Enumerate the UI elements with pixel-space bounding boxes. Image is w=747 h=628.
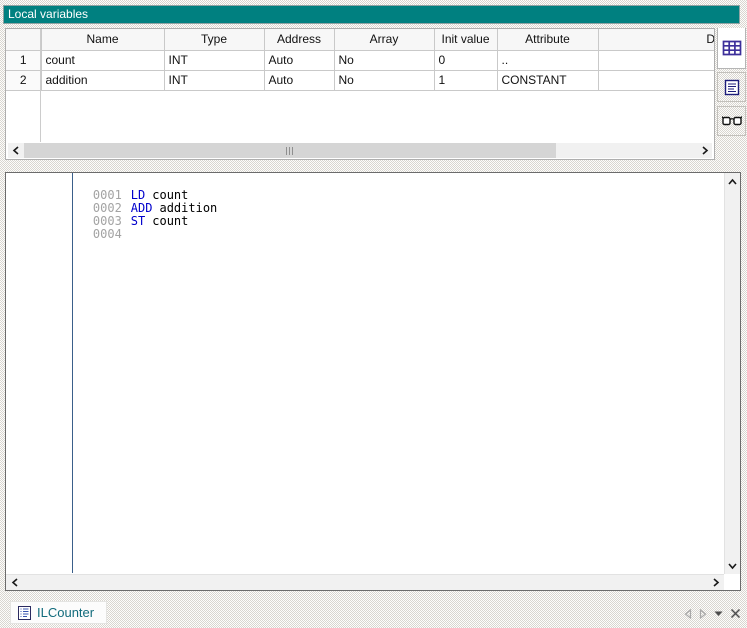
type-cell[interactable]: INT — [164, 50, 264, 70]
code-area[interactable]: 0001LDcount 0002ADDaddition 0003STcount … — [6, 176, 722, 228]
address-cell[interactable]: Auto — [264, 50, 334, 70]
grid-view-button[interactable] — [717, 28, 746, 69]
variables-table: Name Type Address Array Init value Attri… — [6, 29, 715, 91]
col-header-rownum[interactable] — [6, 29, 41, 50]
col-header-init-value[interactable]: Init value — [434, 29, 497, 50]
line-number: 0004 — [64, 228, 126, 241]
col-header-attribute[interactable]: Attribute — [497, 29, 598, 50]
array-cell[interactable]: No — [334, 50, 434, 70]
tab-list-button[interactable] — [714, 611, 723, 617]
editor-h-scrollbar[interactable] — [6, 574, 724, 590]
report-view-button[interactable] — [717, 72, 746, 102]
il-keyword: ST — [126, 214, 145, 228]
scroll-down-button[interactable] — [725, 558, 740, 573]
panel-title: Local variables — [8, 7, 88, 21]
prev-tab-button[interactable] — [684, 609, 692, 619]
il-keyword: ADD — [126, 201, 153, 215]
document-tab-bar: ILCounter — [0, 594, 747, 628]
tab-label: ILCounter — [37, 605, 94, 620]
panel-title-bar: Local variables — [3, 5, 740, 24]
scroll-left-button[interactable] — [8, 143, 23, 158]
table-h-scrollbar[interactable] — [8, 143, 712, 158]
close-tab-button[interactable] — [730, 608, 741, 619]
init-value-cell[interactable]: 1 — [434, 70, 497, 90]
prev-tab-icon — [684, 609, 692, 619]
editor-v-scrollbar[interactable] — [724, 173, 740, 574]
il-operand: addition — [159, 201, 217, 215]
grip-icon — [286, 147, 294, 155]
next-tab-icon — [699, 609, 707, 619]
il-code-editor[interactable]: 0001LDcount 0002ADDaddition 0003STcount … — [5, 172, 741, 591]
table-row: 1 count INT Auto No 0 .. — [6, 50, 715, 70]
scroll-right-button[interactable] — [708, 575, 723, 590]
row-number-cell[interactable]: 1 — [6, 50, 41, 70]
tab-nav-controls — [684, 608, 741, 619]
scrollbar-corner — [724, 574, 740, 590]
init-value-cell[interactable]: 0 — [434, 50, 497, 70]
scrollbar-thumb[interactable] — [24, 143, 556, 158]
table-row: 2 addition INT Auto No 1 CONSTANT — [6, 70, 715, 90]
table-grid-icon — [722, 40, 742, 56]
binoculars-icon — [722, 115, 742, 127]
row-number-cell[interactable]: 2 — [6, 70, 41, 90]
scroll-left-button[interactable] — [7, 575, 22, 590]
close-icon — [730, 608, 741, 619]
scroll-right-button[interactable] — [697, 143, 712, 158]
col-header-address[interactable]: Address — [264, 29, 334, 50]
il-operand: count — [152, 214, 188, 228]
name-cell[interactable]: count — [41, 50, 164, 70]
il-keyword — [126, 227, 131, 241]
next-tab-button[interactable] — [699, 609, 707, 619]
side-toolbar — [717, 28, 746, 168]
chevron-right-icon — [712, 578, 720, 587]
chevron-up-icon — [728, 178, 737, 186]
col-header-array[interactable]: Array — [334, 29, 434, 50]
find-button[interactable] — [717, 106, 746, 136]
attribute-cell[interactable]: CONSTANT — [497, 70, 598, 90]
col-header-description[interactable]: D — [598, 29, 715, 50]
col-header-name[interactable]: Name — [41, 29, 164, 50]
local-variables-window: Local variables Name Type Address Array … — [0, 0, 747, 628]
name-cell[interactable]: addition — [41, 70, 164, 90]
address-cell[interactable]: Auto — [264, 70, 334, 90]
type-cell[interactable]: INT — [164, 70, 264, 90]
report-view-icon — [724, 79, 740, 96]
chevron-down-icon — [728, 562, 737, 570]
il-keyword: LD — [126, 188, 145, 202]
description-cell[interactable] — [598, 50, 715, 70]
array-cell[interactable]: No — [334, 70, 434, 90]
chevron-left-icon — [12, 146, 20, 155]
row-number-column-rule — [40, 29, 41, 142]
attribute-cell[interactable]: .. — [497, 50, 598, 70]
tab-list-dropdown-icon — [714, 611, 723, 617]
table-header-row: Name Type Address Array Init value Attri… — [6, 29, 715, 50]
variables-table-panel: Name Type Address Array Init value Attri… — [5, 28, 715, 160]
scroll-up-button[interactable] — [725, 174, 740, 189]
col-header-type[interactable]: Type — [164, 29, 264, 50]
chevron-right-icon — [701, 146, 709, 155]
tab-ilcounter[interactable]: ILCounter — [10, 601, 107, 624]
il-document-icon — [18, 606, 31, 620]
code-line[interactable]: 0001LDcount — [6, 176, 722, 189]
description-cell[interactable] — [598, 70, 715, 90]
chevron-left-icon — [11, 578, 19, 587]
il-operand: count — [152, 188, 188, 202]
